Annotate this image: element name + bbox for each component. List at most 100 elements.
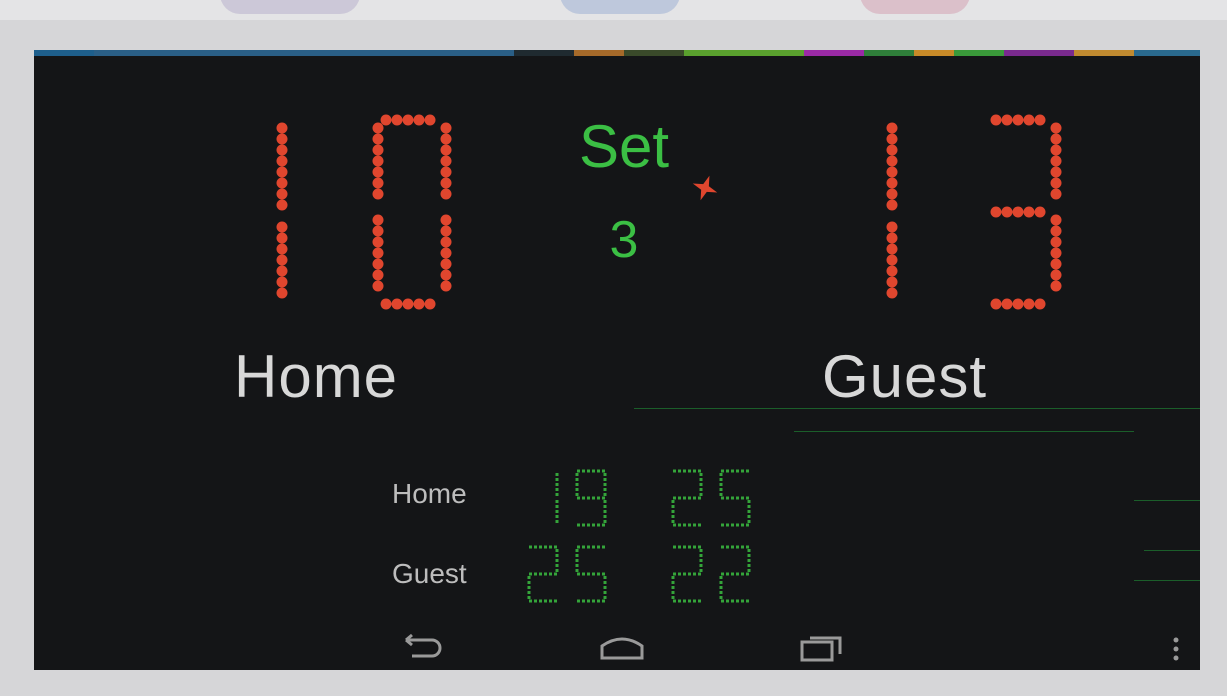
score-dot	[380, 114, 392, 126]
overflow-menu-icon[interactable]	[1172, 636, 1180, 662]
history-home-label: Home	[392, 478, 467, 509]
score-dot	[1050, 144, 1062, 156]
score-dot	[1023, 114, 1035, 126]
score-dot	[1050, 122, 1062, 134]
device-frame-top	[0, 0, 1227, 20]
score-dot	[1034, 114, 1046, 126]
score-dot	[1050, 188, 1062, 200]
score-dot	[372, 258, 384, 270]
score-dot	[276, 155, 288, 167]
score-dot	[990, 114, 1002, 126]
score-dot	[391, 114, 403, 126]
score-dot	[440, 247, 452, 259]
score-dot	[1050, 247, 1062, 259]
watermark	[560, 0, 680, 14]
score-dot	[886, 221, 898, 233]
score-dot	[1034, 298, 1046, 310]
score-dot	[886, 155, 898, 167]
score-dot	[372, 133, 384, 145]
score-dot	[380, 298, 392, 310]
set-number[interactable]: 3	[554, 210, 694, 270]
score-dot	[1012, 206, 1024, 218]
decorative-line	[634, 408, 1200, 409]
score-dot	[402, 114, 414, 126]
score-dot	[276, 243, 288, 255]
score-dot	[1050, 177, 1062, 189]
score-dot	[372, 225, 384, 237]
score-dot	[276, 188, 288, 200]
score-dot	[886, 199, 898, 211]
score-dot	[276, 122, 288, 134]
recent-apps-icon[interactable]	[792, 628, 852, 668]
score-dot	[886, 188, 898, 200]
score-dot	[440, 214, 452, 226]
status-color-bar	[34, 50, 1200, 56]
watermark	[860, 0, 970, 14]
score-dot	[886, 133, 898, 145]
score-dot	[372, 247, 384, 259]
home-icon[interactable]	[592, 628, 652, 668]
watermark	[220, 0, 360, 14]
history-guest-set1	[527, 545, 607, 603]
score-dot	[276, 133, 288, 145]
score-dot	[440, 133, 452, 145]
guest-score-display[interactable]	[872, 112, 1062, 312]
decorative-line	[1144, 550, 1200, 551]
score-dot	[440, 280, 452, 292]
score-dot	[440, 258, 452, 270]
home-score-display[interactable]	[262, 112, 452, 312]
score-dot	[1050, 280, 1062, 292]
score-dot	[424, 298, 436, 310]
score-dot	[1050, 258, 1062, 270]
score-dot	[372, 214, 384, 226]
decorative-line	[1134, 500, 1200, 501]
score-dot	[372, 188, 384, 200]
score-dot	[886, 254, 898, 266]
decorative-line	[794, 431, 1134, 432]
score-dot	[440, 225, 452, 237]
score-dot	[1012, 114, 1024, 126]
score-dot	[990, 298, 1002, 310]
score-dot	[886, 177, 898, 189]
score-dot	[276, 254, 288, 266]
score-dot	[886, 144, 898, 156]
score-dot	[886, 166, 898, 178]
score-dot	[276, 144, 288, 156]
score-dot	[391, 298, 403, 310]
history-guest-set2	[671, 545, 751, 603]
score-dot	[886, 232, 898, 244]
score-dot	[276, 265, 288, 277]
score-dot	[440, 236, 452, 248]
score-dot	[886, 122, 898, 134]
score-dot	[440, 269, 452, 281]
set-label: Set	[578, 113, 670, 180]
score-dot	[990, 206, 1002, 218]
decorative-line	[1134, 580, 1200, 581]
score-dot	[1023, 298, 1035, 310]
score-dot	[1050, 155, 1062, 167]
guest-team-name[interactable]: Guest	[822, 342, 987, 411]
score-dot	[372, 155, 384, 167]
score-dot	[372, 122, 384, 134]
score-dot	[440, 144, 452, 156]
score-dot	[1050, 269, 1062, 281]
score-dot	[440, 177, 452, 189]
score-dot	[886, 265, 898, 277]
score-dot	[1001, 206, 1013, 218]
history-home-set2	[671, 469, 751, 527]
home-team-name[interactable]: Home	[234, 342, 398, 411]
score-dot	[1050, 225, 1062, 237]
score-dot	[1050, 214, 1062, 226]
score-dot	[276, 287, 288, 299]
score-dot	[886, 243, 898, 255]
score-dot	[402, 298, 414, 310]
score-dot	[372, 144, 384, 156]
score-dot	[276, 276, 288, 288]
score-dot	[440, 166, 452, 178]
back-icon[interactable]	[392, 628, 452, 668]
score-dot	[372, 280, 384, 292]
score-dot	[372, 177, 384, 189]
history-guest-label: Guest	[392, 558, 467, 589]
navigation-bar	[34, 628, 1200, 670]
score-dot	[1050, 133, 1062, 145]
